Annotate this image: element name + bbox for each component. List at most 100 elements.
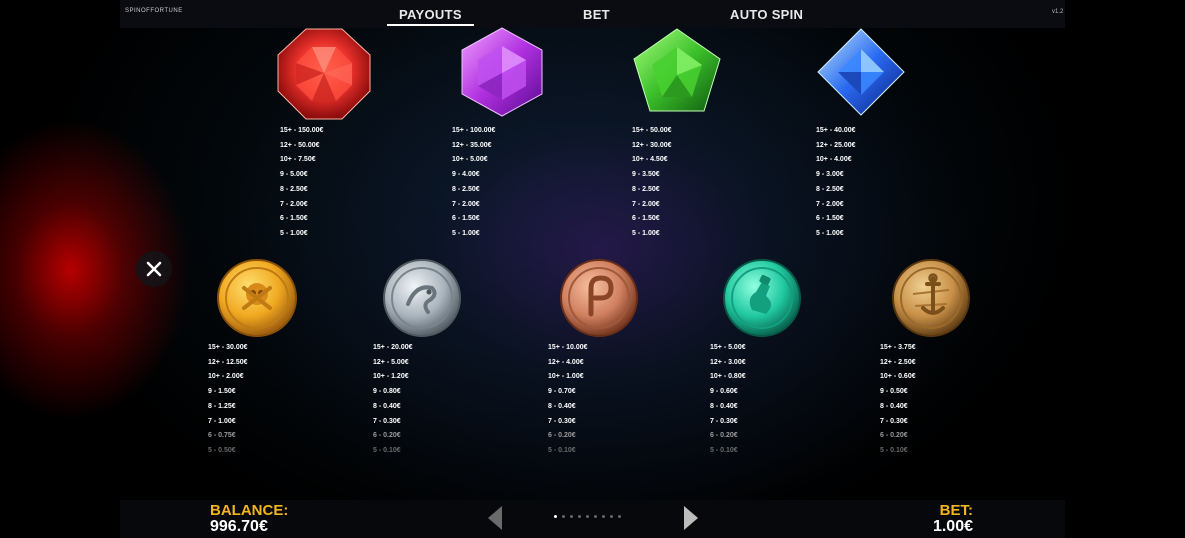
page-dot[interactable] <box>594 515 597 518</box>
page-dot[interactable] <box>578 515 581 518</box>
payout-row: 15+ - 20.00€ <box>373 344 413 351</box>
payout-row: 12+ - 35.00€ <box>452 141 492 149</box>
next-page-arrow-icon[interactable] <box>682 505 700 531</box>
payout-row: 5 - 1.00€ <box>280 229 308 237</box>
payout-row: 5 - 0.50€ <box>208 446 236 454</box>
silver-parrot-coin-icon <box>383 259 461 337</box>
payout-row: 5 - 1.00€ <box>816 229 844 237</box>
payout-row: 10+ - 1.20€ <box>373 373 409 381</box>
payout-row: 9 - 0.60€ <box>710 388 738 396</box>
payout-row: 12+ - 3.00€ <box>710 358 746 366</box>
payout-row: 12+ - 12.50€ <box>208 358 248 366</box>
payout-row: 15+ - 50.00€ <box>632 127 672 134</box>
payout-row: 9 - 0.50€ <box>880 388 908 396</box>
payout-row: 5 - 0.10€ <box>710 446 738 454</box>
payout-row: 6 - 1.50€ <box>632 215 660 223</box>
page-dot[interactable] <box>602 515 605 518</box>
payout-row: 6 - 1.50€ <box>280 215 308 223</box>
red-octagon-gem-icon <box>277 28 371 120</box>
silver-coin-paytable: 15+ - 20.00€ 12+ - 5.00€ 10+ - 1.20€ 9 -… <box>373 341 413 459</box>
payout-row: 5 - 0.10€ <box>373 446 401 454</box>
payout-row: 7 - 0.30€ <box>710 417 738 425</box>
payout-row: 15+ - 150.00€ <box>280 127 324 134</box>
balance-label: BALANCE: <box>210 502 289 519</box>
page-indicator <box>554 515 621 519</box>
payout-row: 5 - 0.10€ <box>548 446 576 454</box>
payout-row: 7 - 2.00€ <box>280 200 308 208</box>
payout-row: 7 - 1.00€ <box>208 417 236 425</box>
payout-row: 6 - 0.20€ <box>373 432 401 440</box>
gold-skull-coin-icon <box>217 259 297 337</box>
copper-coin-paytable: 15+ - 10.00€ 12+ - 4.00€ 10+ - 1.00€ 9 -… <box>548 341 588 459</box>
payout-row: 12+ - 25.00€ <box>816 141 856 149</box>
payout-row: 15+ - 100.00€ <box>452 127 496 134</box>
payout-row: 6 - 0.20€ <box>548 432 576 440</box>
payout-row: 12+ - 50.00€ <box>280 141 320 149</box>
payout-row: 10+ - 5.00€ <box>452 156 488 164</box>
green-gem-paytable: 15+ - 50.00€ 12+ - 30.00€ 10+ - 4.50€ 9 … <box>632 124 672 242</box>
payout-row: 8 - 2.50€ <box>816 185 844 193</box>
page-dot[interactable] <box>618 515 621 518</box>
payout-row: 15+ - 5.00€ <box>710 344 746 351</box>
payout-row: 9 - 3.50€ <box>632 171 660 179</box>
payout-row: 8 - 0.40€ <box>548 402 576 410</box>
bronze-anchor-coin-icon <box>892 259 970 337</box>
paytable-screen: SPINOFFORTUNE v1.2 PAYOUTS BET AUTO SPIN <box>0 0 1185 538</box>
payout-row: 10+ - 4.50€ <box>632 156 668 164</box>
payout-row: 8 - 1.25€ <box>208 402 236 410</box>
close-button[interactable] <box>136 251 172 287</box>
payout-row: 5 - 0.10€ <box>880 446 908 454</box>
payout-row: 15+ - 40.00€ <box>816 127 856 134</box>
payout-row: 6 - 0.20€ <box>880 432 908 440</box>
gold-coin-paytable: 15+ - 30.00€ 12+ - 12.50€ 10+ - 2.00€ 9 … <box>208 341 248 459</box>
teal-bottle-coin-icon <box>723 259 801 337</box>
payout-row: 10+ - 0.80€ <box>710 373 746 381</box>
tab-auto-spin[interactable]: AUTO SPIN <box>730 7 803 22</box>
previous-page-arrow-icon[interactable] <box>486 505 504 531</box>
copper-hook-coin-icon <box>560 259 638 337</box>
payout-row: 15+ - 10.00€ <box>548 344 588 351</box>
payout-row: 8 - 2.50€ <box>280 185 308 193</box>
payout-row: 10+ - 4.00€ <box>816 156 852 164</box>
payout-row: 5 - 1.00€ <box>632 229 660 237</box>
page-dot[interactable] <box>610 515 613 518</box>
payout-row: 5 - 1.00€ <box>452 229 480 237</box>
balance-value: 996.70€ <box>210 518 268 535</box>
blue-gem-paytable: 15+ - 40.00€ 12+ - 25.00€ 10+ - 4.00€ 9 … <box>816 124 856 242</box>
payout-row: 6 - 0.75€ <box>208 432 236 440</box>
payout-row: 6 - 0.20€ <box>710 432 738 440</box>
payout-row: 12+ - 30.00€ <box>632 141 672 149</box>
payout-row: 9 - 3.00€ <box>816 171 844 179</box>
payout-row: 8 - 0.40€ <box>710 402 738 410</box>
page-dot[interactable] <box>570 515 573 518</box>
teal-coin-paytable: 15+ - 5.00€ 12+ - 3.00€ 10+ - 0.80€ 9 - … <box>710 341 746 459</box>
red-gem-paytable: 15+ - 150.00€ 12+ - 50.00€ 10+ - 7.50€ 9… <box>280 124 323 242</box>
bet-label: BET: <box>939 502 973 519</box>
payout-row: 9 - 5.00€ <box>280 171 308 179</box>
page-dot[interactable] <box>586 515 589 518</box>
purple-gem-paytable: 15+ - 100.00€ 12+ - 35.00€ 10+ - 5.00€ 9… <box>452 124 495 242</box>
purple-hexagon-gem-icon <box>461 27 543 117</box>
payout-row: 8 - 0.40€ <box>373 402 401 410</box>
payout-row: 8 - 0.40€ <box>880 402 908 410</box>
payout-row: 12+ - 5.00€ <box>373 358 409 366</box>
game-logo: SPINOFFORTUNE <box>125 8 183 14</box>
payout-row: 9 - 0.80€ <box>373 388 401 396</box>
payout-row: 7 - 2.00€ <box>452 200 480 208</box>
payout-row: 10+ - 0.60€ <box>880 373 916 381</box>
payout-row: 7 - 0.30€ <box>373 417 401 425</box>
payout-row: 9 - 0.70€ <box>548 388 576 396</box>
bronze-coin-paytable: 15+ - 3.75€ 12+ - 2.50€ 10+ - 0.60€ 9 - … <box>880 341 916 459</box>
left-shade <box>0 0 120 538</box>
payout-row: 12+ - 2.50€ <box>880 358 916 366</box>
payout-row: 8 - 2.50€ <box>452 185 480 193</box>
tab-bet[interactable]: BET <box>583 7 610 22</box>
tab-payouts[interactable]: PAYOUTS <box>387 7 474 26</box>
payout-row: 15+ - 30.00€ <box>208 344 248 351</box>
payout-row: 6 - 1.50€ <box>452 215 480 223</box>
blue-diamond-gem-icon <box>817 28 905 116</box>
payout-row: 6 - 1.50€ <box>816 215 844 223</box>
page-dot[interactable] <box>554 515 557 518</box>
payout-row: 7 - 2.00€ <box>632 200 660 208</box>
page-dot[interactable] <box>562 515 565 518</box>
